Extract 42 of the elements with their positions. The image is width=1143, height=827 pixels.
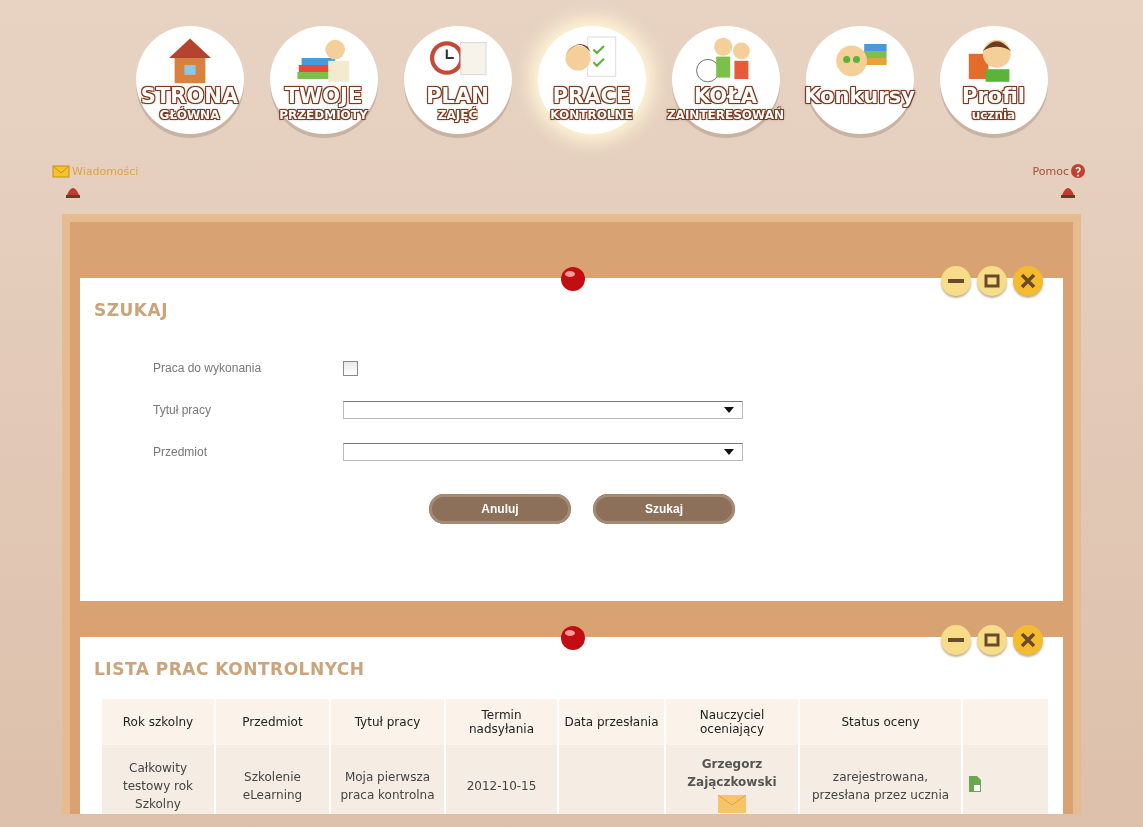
column-header: Tytuł pracy	[331, 699, 444, 745]
minimize-button[interactable]	[941, 625, 971, 655]
dropdown-field[interactable]	[343, 401, 743, 419]
column-header: Przedmiot	[216, 699, 329, 745]
close-button[interactable]	[1013, 266, 1043, 296]
maximize-button[interactable]	[977, 266, 1007, 296]
caret-icon	[724, 407, 734, 413]
table-cell: Szkolenie eLearning	[216, 745, 329, 814]
column-header: Status oceny	[800, 699, 961, 745]
teacher-name: Grzegorz Zajączkowski	[686, 755, 778, 791]
help-link[interactable]: Pomoc	[1032, 160, 1085, 182]
field-label: Tytuł pracy	[153, 403, 213, 417]
table-cell: Moja pierwsza praca kontrolna	[331, 745, 444, 814]
table-cell: zarejestrowana, przesłana przez ucznia	[800, 745, 961, 814]
minimize-button[interactable]	[941, 266, 971, 296]
envelope-icon	[52, 164, 70, 178]
action-button[interactable]: Anuluj	[429, 494, 571, 524]
column-header: Data przesłania	[559, 699, 664, 745]
column-header: Nauczyciel oceniający	[666, 699, 798, 745]
caret-icon	[724, 449, 734, 455]
table-cell: Całkowity testowy rok Szkolny	[102, 745, 214, 814]
action-button[interactable]: Szukaj	[593, 494, 735, 524]
pushpin-icon	[560, 625, 586, 651]
question-icon	[1071, 164, 1085, 178]
maximize-icon	[984, 273, 1000, 289]
column-header: Rok szkolny	[102, 699, 214, 745]
column-header: Termin nadsyłania	[446, 699, 557, 745]
checkbox[interactable]	[343, 360, 358, 376]
table-cell: 2012-10-15	[446, 745, 557, 814]
envelope-icon	[718, 794, 746, 813]
maximize-icon	[984, 632, 1000, 648]
panel-title: SZUKAJ	[94, 299, 169, 320]
field-label: Przedmiot	[153, 445, 209, 459]
close-icon	[1020, 273, 1036, 289]
field-label: Praca do wykonania	[153, 361, 263, 375]
close-icon	[1020, 632, 1036, 648]
pushpin-icon	[560, 266, 586, 292]
dropdown-field[interactable]	[343, 443, 743, 461]
close-button[interactable]	[1013, 625, 1043, 655]
document-icon	[969, 775, 981, 792]
maximize-button[interactable]	[977, 625, 1007, 655]
panel-title: LISTA PRAC KONTROLNYCH	[94, 658, 365, 679]
